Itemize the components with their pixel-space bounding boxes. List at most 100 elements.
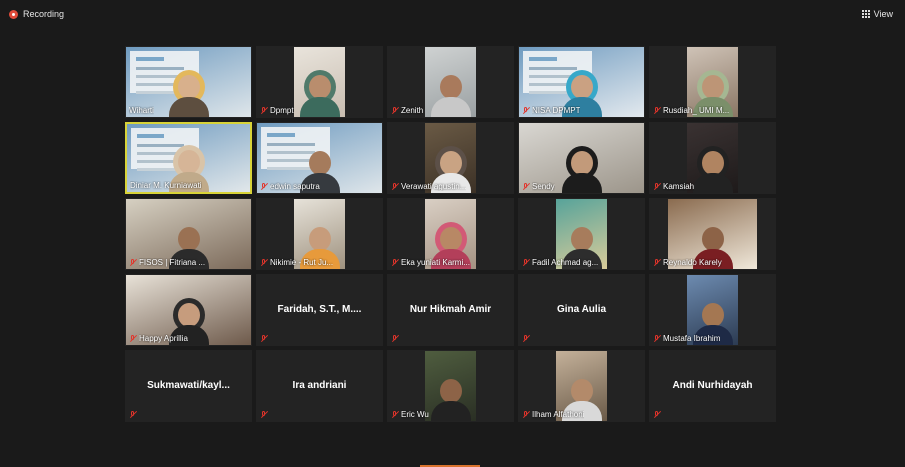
participant-tile[interactable]: FISOS | Fitriana ... [125,198,252,270]
participant-name-label [522,335,641,343]
recording-label: Recording [23,9,65,19]
participant-name: Rusdiah_ UMI M... [663,106,730,115]
muted-microphone-icon [522,410,530,419]
participant-display-name: Gina Aulia [556,304,607,315]
participant-name-label: Sendy [522,182,641,191]
muted-microphone-icon [653,182,661,191]
muted-microphone-icon [391,182,399,191]
view-label: View [873,9,893,19]
participant-display-name: Nur Hikmah Amir [409,304,492,315]
participant-name: NISA DPMPT [532,106,581,115]
muted-microphone-icon [391,410,399,419]
participant-name-label: Verawati agustin... [391,182,510,191]
participant-tile[interactable]: Nur Hikmah Amir [387,274,514,346]
participant-tile[interactable]: NISA DPMPT [518,46,645,118]
participant-tile[interactable]: Nikimie - Rut Ju... [256,198,383,270]
participant-name: Ilham Alfathoni [532,410,585,419]
participant-name-label: Fadil Achmad ag... [522,258,641,267]
participant-display-name: Ira andriani [292,380,347,391]
participant-tile[interactable]: Ilham Alfathoni [518,350,645,422]
participant-name-label: FISOS | Fitriana ... [129,258,248,267]
participant-name: Dpmpt [270,106,294,115]
participant-name-label: Wiharti [129,106,248,115]
participant-name-label: Mustafa Ibrahim [653,334,772,343]
muted-microphone-icon [260,106,268,115]
participant-name-label: Rusdiah_ UMI M... [653,106,772,115]
muted-microphone-icon [653,258,661,267]
participant-name: Sendy [532,182,555,191]
participant-name: Happy Aprillia [139,334,188,343]
participant-name: Eka yuniati Karmi... [401,258,470,267]
muted-microphone-icon [522,335,530,343]
participant-name-label: Diniar M. Kurniawati [130,181,247,190]
participant-tile[interactable]: Wiharti [125,46,252,118]
view-button[interactable]: View [861,9,893,19]
participant-name-label [260,335,379,343]
participant-display-name: Sukmawati/kayl... [147,380,230,391]
muted-microphone-icon [260,411,268,419]
participant-display-name: Andi Nurhidayah [672,380,753,391]
participant-name-label: Kamsiah [653,182,772,191]
participant-name: FISOS | Fitriana ... [139,258,206,267]
muted-microphone-icon [129,334,137,343]
participant-name: Diniar M. Kurniawati [130,181,202,190]
muted-microphone-icon [260,258,268,267]
participant-tile[interactable]: Happy Aprillia [125,274,252,346]
participant-tile[interactable]: Kamsiah [649,122,776,194]
participant-name-label: NISA DPMPT [522,106,641,115]
record-icon [9,9,18,19]
muted-microphone-icon [391,106,399,115]
muted-microphone-icon [260,182,268,191]
participant-name: Zenith [401,106,424,115]
participant-name: Verawati agustin... [401,182,467,191]
participant-name: Kamsiah [663,182,695,191]
muted-microphone-icon [522,258,530,267]
participant-tile[interactable]: Diniar M. Kurniawati [125,122,252,194]
participant-name: Reynaldo Karely [663,258,722,267]
participant-gallery: Wiharti Dpmpt Zenith NISA DPMPT Rusdiah_ UMI… [125,46,776,422]
participant-name: edwin saputra [270,182,320,191]
muted-microphone-icon [522,182,530,191]
muted-microphone-icon [653,106,661,115]
participant-tile[interactable]: Verawati agustin... [387,122,514,194]
participant-name-label [391,335,510,343]
participant-name-label: Eric Wu [391,410,510,419]
participant-name-label: Happy Aprillia [129,334,248,343]
participant-tile[interactable]: Eric Wu [387,350,514,422]
participant-tile[interactable]: Eka yuniati Karmi... [387,198,514,270]
participant-tile[interactable]: Faridah, S.T., M.... [256,274,383,346]
muted-microphone-icon [260,335,268,343]
participant-name-label: Reynaldo Karely [653,258,772,267]
muted-microphone-icon [391,335,399,343]
participant-name: Wiharti [129,106,154,115]
participant-tile[interactable]: Sendy [518,122,645,194]
participant-tile[interactable]: Dpmpt [256,46,383,118]
participant-tile[interactable]: Ira andriani [256,350,383,422]
participant-tile[interactable]: Fadil Achmad ag... [518,198,645,270]
participant-tile[interactable]: Andi Nurhidayah [649,350,776,422]
muted-microphone-icon [653,411,661,419]
participant-name: Mustafa Ibrahim [663,334,721,343]
participant-tile[interactable]: Sukmawati/kayl... [125,350,252,422]
participant-name-label [129,411,248,419]
participant-name-label: edwin saputra [260,182,379,191]
grid-icon [861,10,870,18]
participant-name-label: Ilham Alfathoni [522,410,641,419]
muted-microphone-icon [391,258,399,267]
participant-tile[interactable]: Rusdiah_ UMI M... [649,46,776,118]
participant-tile[interactable]: Reynaldo Karely [649,198,776,270]
participant-name: Eric Wu [401,410,429,419]
muted-microphone-icon [653,334,661,343]
recording-indicator[interactable]: Recording [9,9,64,19]
participant-name: Nikimie - Rut Ju... [270,258,334,267]
top-bar: Recording View [0,0,905,28]
participant-name-label [653,411,772,419]
participant-name-label: Nikimie - Rut Ju... [260,258,379,267]
participant-tile[interactable]: Gina Aulia [518,274,645,346]
participant-display-name: Faridah, S.T., M.... [277,304,362,315]
participant-tile[interactable]: edwin saputra [256,122,383,194]
participant-name-label: Dpmpt [260,106,379,115]
participant-name-label: Zenith [391,106,510,115]
participant-tile[interactable]: Zenith [387,46,514,118]
participant-tile[interactable]: Mustafa Ibrahim [649,274,776,346]
